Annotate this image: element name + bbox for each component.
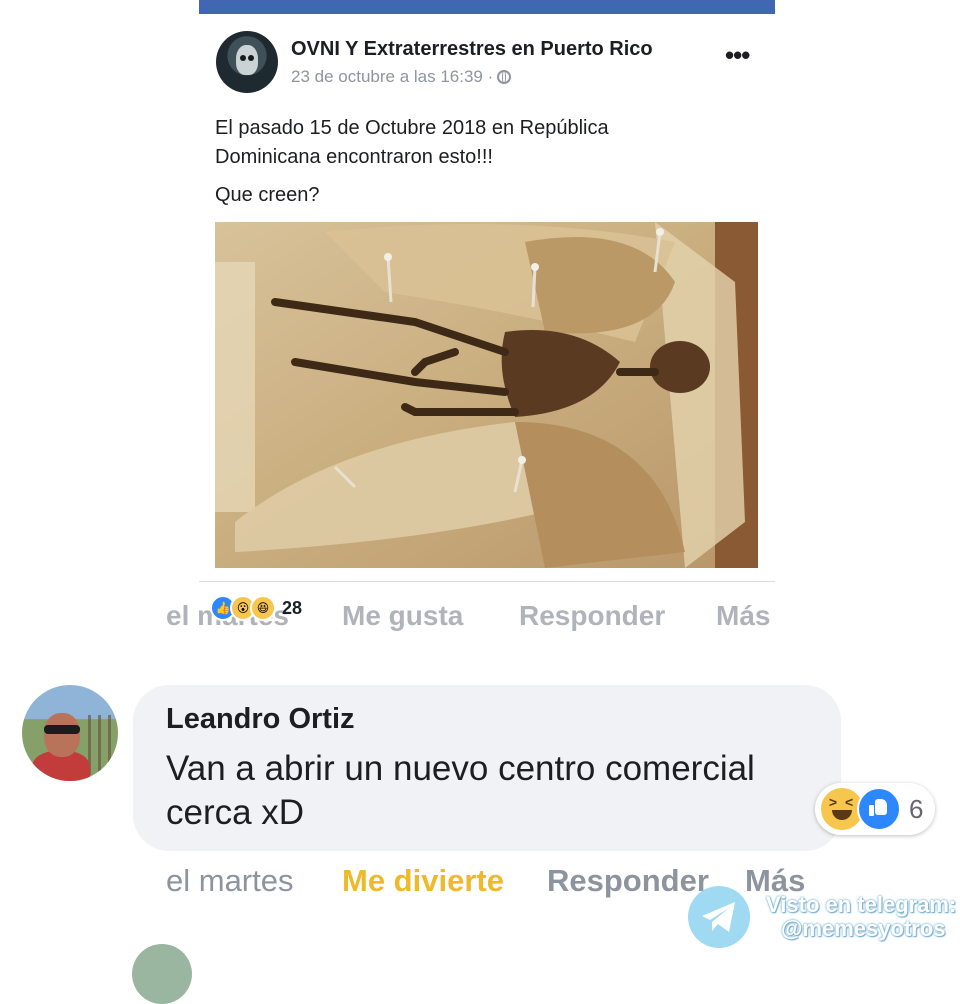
post-text-line: Dominicana encontraron esto!!! <box>215 146 493 168</box>
next-commenter-avatar[interactable] <box>132 944 192 1004</box>
shared-post-card: OVNI Y Extraterrestres en Puerto Rico 23… <box>199 14 775 584</box>
previous-like-link[interactable]: Me gusta <box>342 600 463 632</box>
comment-time-link[interactable]: el martes <box>166 863 293 899</box>
reaction-me-divierte-button[interactable]: Me divierte <box>342 863 504 899</box>
previous-reply-link[interactable]: Responder <box>519 600 665 632</box>
globe-icon <box>497 70 512 84</box>
comment-reactions[interactable]: 6 <box>815 783 936 835</box>
watermark-line: Visto en telegram: <box>766 892 957 917</box>
comment-text-line: Van a abrir un nuevo centro comercial <box>166 749 755 788</box>
page-name-link[interactable]: OVNI Y Extraterrestres en Puerto Rico <box>291 38 653 61</box>
post-timestamp[interactable]: 23 de octubre a las 16:39 · <box>291 67 512 87</box>
previous-comment-actions: el martes Me gusta Responder Más <box>0 600 960 640</box>
post-text-line: El pasado 15 de Octubre 2018 en Repúblic… <box>215 117 609 139</box>
post-body: El pasado 15 de Octubre 2018 en Repúblic… <box>215 114 735 210</box>
post-reactions[interactable]: 👍 😮 😆 28 <box>210 595 302 621</box>
page-avatar[interactable] <box>216 31 278 93</box>
telegram-icon <box>688 886 750 948</box>
watermark-line: @memesyotros <box>781 916 946 941</box>
post-reaction-count: 28 <box>282 597 303 618</box>
comment-reaction-count: 6 <box>909 793 924 824</box>
commenter-avatar[interactable] <box>22 685 118 781</box>
like-icon <box>857 787 901 831</box>
post-timestamp-text: 23 de octubre a las 16:39 · <box>291 67 494 86</box>
post-text-line: Que creen? <box>215 184 320 206</box>
card-divider <box>199 581 775 582</box>
post-image[interactable] <box>215 222 758 568</box>
shared-post-top-bar <box>199 0 775 14</box>
comment-text: Van a abrir un nuevo centro comercial ce… <box>166 747 826 835</box>
comment-author[interactable]: Leandro Ortiz <box>166 703 355 736</box>
haha-icon: 😆 <box>250 595 276 621</box>
reply-button[interactable]: Responder <box>547 863 709 899</box>
comment-text-line: cerca xD <box>166 793 305 832</box>
alien-face-icon <box>236 45 258 75</box>
fairy-skeleton-photo <box>215 222 758 568</box>
comment-bubble: Leandro Ortiz Van a abrir un nuevo centr… <box>133 685 841 851</box>
more-options-icon[interactable]: ••• <box>725 42 750 68</box>
previous-more-link[interactable]: Más <box>716 600 770 632</box>
